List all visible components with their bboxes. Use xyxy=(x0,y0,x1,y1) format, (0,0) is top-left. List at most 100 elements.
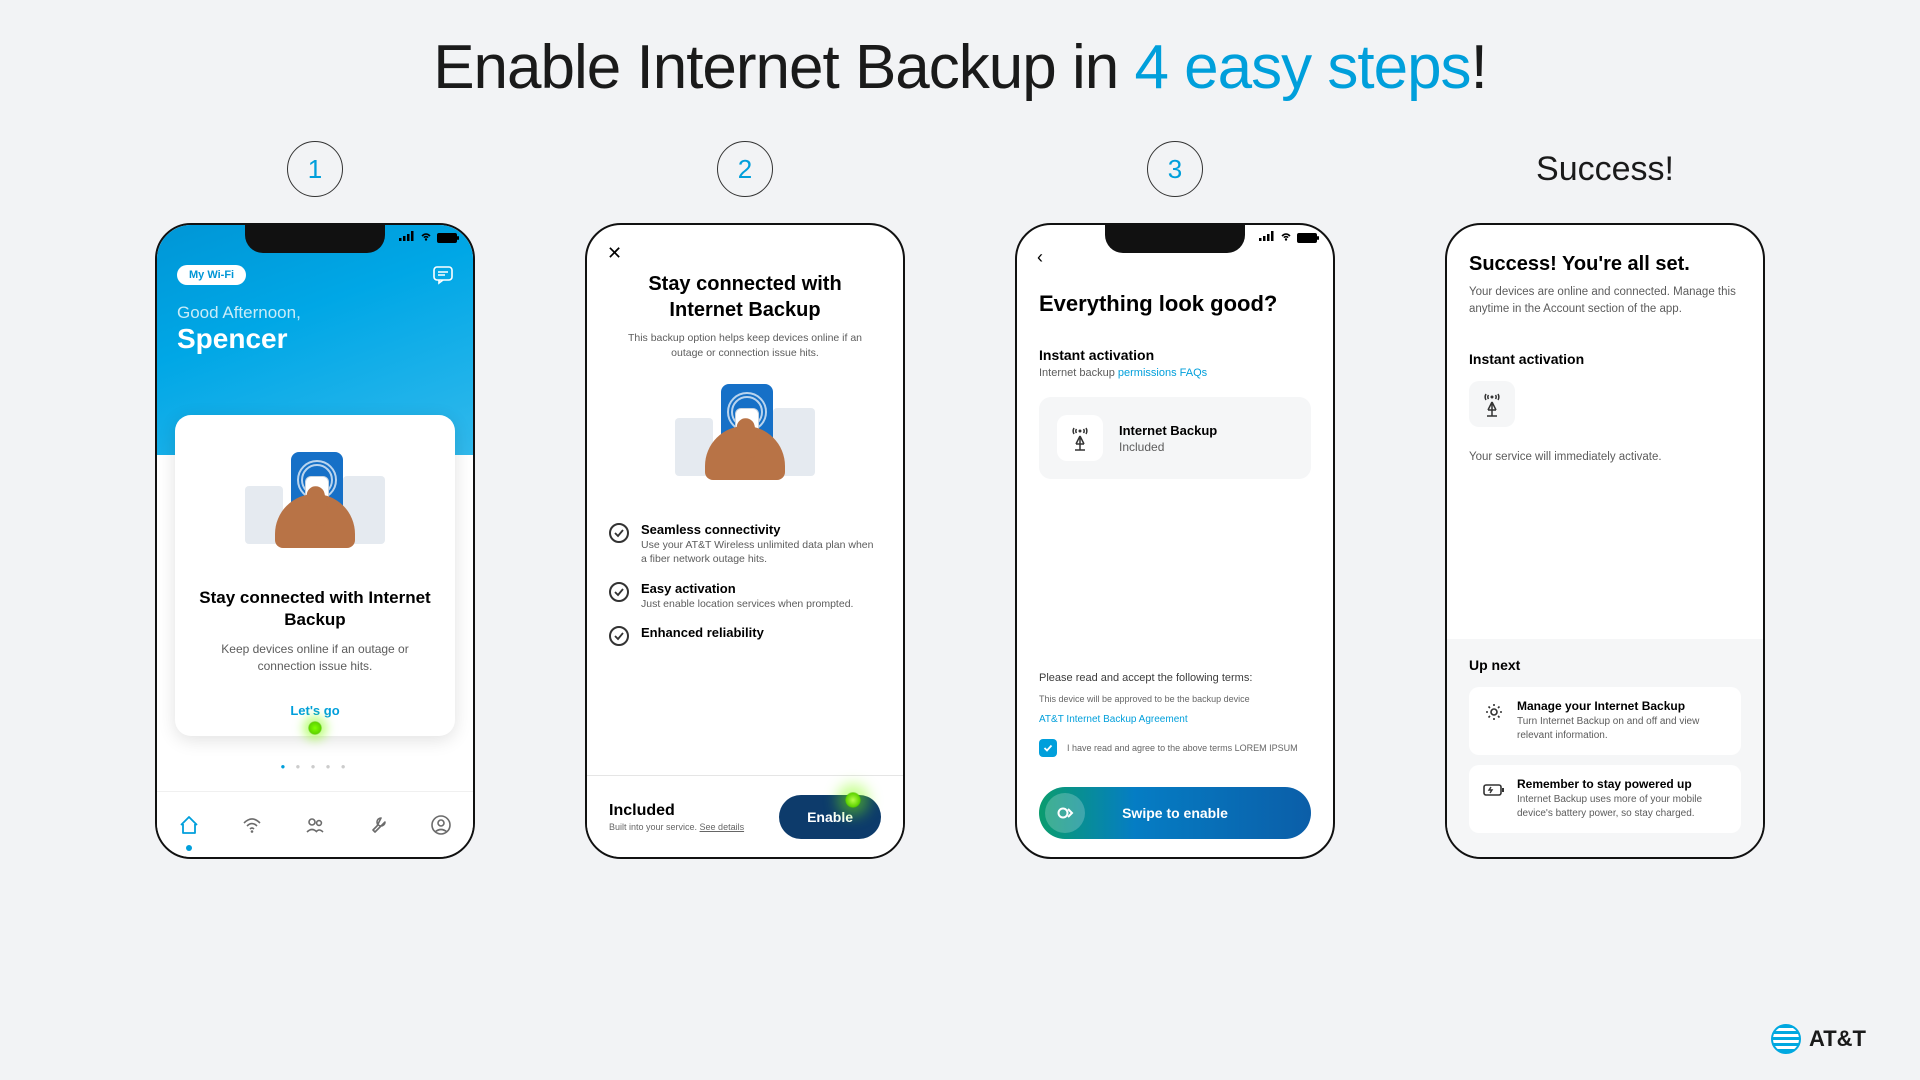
phone-screen-2: ✕ Stay connected with Internet Backup Th… xyxy=(585,223,905,859)
phone-notch xyxy=(1105,225,1245,253)
status-bar xyxy=(1259,231,1317,244)
back-icon[interactable]: ‹ xyxy=(1037,247,1043,268)
checkbox-checked-icon[interactable] xyxy=(1039,739,1057,757)
faq-link[interactable]: permissions FAQs xyxy=(1118,367,1207,379)
battery-charge-icon xyxy=(1483,779,1505,801)
hand-phone-illustration xyxy=(193,431,437,581)
swipe-to-enable[interactable]: Swipe to enable xyxy=(1039,787,1311,839)
bottom-tabbar xyxy=(157,791,473,857)
promo-card: Stay connected with Internet Backup Keep… xyxy=(175,415,455,736)
upnext-card-manage[interactable]: Manage your Internet Backup Turn Internet… xyxy=(1469,687,1741,755)
tab-wifi[interactable] xyxy=(240,813,264,837)
faq-line: Internet backup permissions FAQs xyxy=(1039,367,1311,379)
step-number: 1 xyxy=(308,154,322,185)
antenna-icon xyxy=(1469,381,1515,427)
tab-home[interactable] xyxy=(177,813,201,837)
chat-icon[interactable] xyxy=(433,265,453,285)
card-title: Internet Backup xyxy=(1119,423,1217,438)
see-details-link[interactable]: See details xyxy=(700,822,745,832)
wifi-icon xyxy=(1279,231,1293,244)
step-label: Success! xyxy=(1536,150,1674,189)
lets-go-button[interactable]: Let's go xyxy=(193,703,437,718)
footer-bar: Included Built into your service. See de… xyxy=(587,775,903,857)
phone-screen-1: My Wi-Fi Good Afternoon, Spencer Stay co… xyxy=(155,223,475,859)
signal-icon xyxy=(399,231,415,244)
steps-row: 1 My Wi-Fi Good Afternoon, Spencer xyxy=(0,141,1920,859)
upnext-card-power[interactable]: Remember to stay powered up Internet Back… xyxy=(1469,765,1741,833)
wifi-pill[interactable]: My Wi-Fi xyxy=(177,265,246,285)
screen-subtitle: Your devices are online and connected. M… xyxy=(1469,284,1741,319)
swipe-label: Swipe to enable xyxy=(1122,805,1228,821)
phone-notch xyxy=(245,225,385,253)
card-subtitle: Turn Internet Backup on and off and view… xyxy=(1517,715,1727,743)
feature-title: Enhanced reliability xyxy=(641,625,764,640)
hand-phone-illustration xyxy=(609,368,881,508)
terms-header: Please read and accept the following ter… xyxy=(1039,672,1311,684)
phone-screen-4: Success! You're all set. Your devices ar… xyxy=(1445,223,1765,859)
user-name: Spencer xyxy=(177,323,453,355)
close-icon[interactable]: ✕ xyxy=(607,243,622,264)
step-number: 3 xyxy=(1168,154,1182,185)
up-next-header: Up next xyxy=(1469,657,1741,673)
card-title: Remember to stay powered up xyxy=(1517,777,1727,791)
screen-title: Everything look good? xyxy=(1039,291,1311,317)
section-header: Instant activation xyxy=(1039,347,1311,363)
feature-row: Easy activationJust enable location serv… xyxy=(609,581,881,612)
section-header: Instant activation xyxy=(1469,351,1741,367)
tab-people[interactable] xyxy=(303,813,327,837)
feature-sub: Just enable location services when promp… xyxy=(641,598,853,612)
step-number: 2 xyxy=(738,154,752,185)
carousel-dots[interactable]: ● ● ● ● ● xyxy=(157,762,473,771)
plan-card: Internet BackupIncluded xyxy=(1039,397,1311,479)
check-icon xyxy=(609,523,629,543)
card-subtitle: Internet Backup uses more of your mobile… xyxy=(1517,793,1727,821)
checkbox-label: I have read and agree to the above terms… xyxy=(1067,743,1298,753)
terms-section: Please read and accept the following ter… xyxy=(1039,672,1311,757)
phone-screen-3: ‹ Everything look good? Instant activati… xyxy=(1015,223,1335,859)
enable-label: Enable xyxy=(807,809,853,825)
step-4: Success! Success! You're all set. Your d… xyxy=(1425,141,1785,859)
feature-title: Seamless connectivity xyxy=(641,522,881,537)
card-title: Stay connected with Internet Backup xyxy=(193,587,437,631)
battery-icon xyxy=(437,233,457,243)
highlight-dot-icon xyxy=(845,792,861,808)
brand-text: AT&T xyxy=(1809,1026,1866,1052)
feature-sub: Use your AT&T Wireless unlimited data pl… xyxy=(641,539,881,566)
signal-icon xyxy=(1259,231,1275,244)
gear-icon xyxy=(1483,701,1505,723)
highlight-dot-icon xyxy=(308,721,322,735)
check-icon xyxy=(609,582,629,602)
feature-row: Seamless connectivity Use your AT&T Wirel… xyxy=(609,522,881,566)
step-3: 3 ‹ Everything look good? Instant activa… xyxy=(995,141,1355,859)
tab-account[interactable] xyxy=(429,813,453,837)
brand-logo: AT&T xyxy=(1771,1024,1866,1054)
title-accent: 4 easy steps xyxy=(1134,33,1470,102)
card-title: Manage your Internet Backup xyxy=(1517,699,1727,713)
title-suffix: ! xyxy=(1471,33,1487,102)
screen-title: Success! You're all set. xyxy=(1469,253,1741,276)
greeting: Good Afternoon, xyxy=(177,303,453,323)
step-badge-2: 2 xyxy=(717,141,773,197)
activation-note: Your service will immediately activate. xyxy=(1469,451,1741,463)
enable-button[interactable]: Enable xyxy=(779,795,881,839)
step-badge-1: 1 xyxy=(287,141,343,197)
status-bar xyxy=(399,231,457,244)
swipe-knob-icon[interactable] xyxy=(1045,793,1085,833)
step-badge-success: Success! xyxy=(1536,141,1674,197)
step-1: 1 My Wi-Fi Good Afternoon, Spencer xyxy=(135,141,495,859)
battery-icon xyxy=(1297,233,1317,243)
agreement-link[interactable]: AT&T Internet Backup Agreement xyxy=(1039,714,1311,725)
page-title: Enable Internet Backup in 4 easy steps! xyxy=(0,0,1920,103)
footer-title: Included xyxy=(609,802,744,820)
footer-subtitle: Built into your service. See details xyxy=(609,822,744,832)
antenna-icon xyxy=(1057,415,1103,461)
cta-label: Let's go xyxy=(290,703,339,718)
tab-tools[interactable] xyxy=(366,813,390,837)
feature-row: Enhanced reliability xyxy=(609,625,881,646)
screen-subtitle: This backup option helps keep devices on… xyxy=(609,331,881,360)
att-globe-icon xyxy=(1771,1024,1801,1054)
step-2: 2 ✕ Stay connected with Internet Backup … xyxy=(565,141,925,859)
agree-checkbox-row[interactable]: I have read and agree to the above terms… xyxy=(1039,739,1311,757)
title-prefix: Enable Internet Backup in xyxy=(433,33,1134,102)
wifi-icon xyxy=(419,231,433,244)
